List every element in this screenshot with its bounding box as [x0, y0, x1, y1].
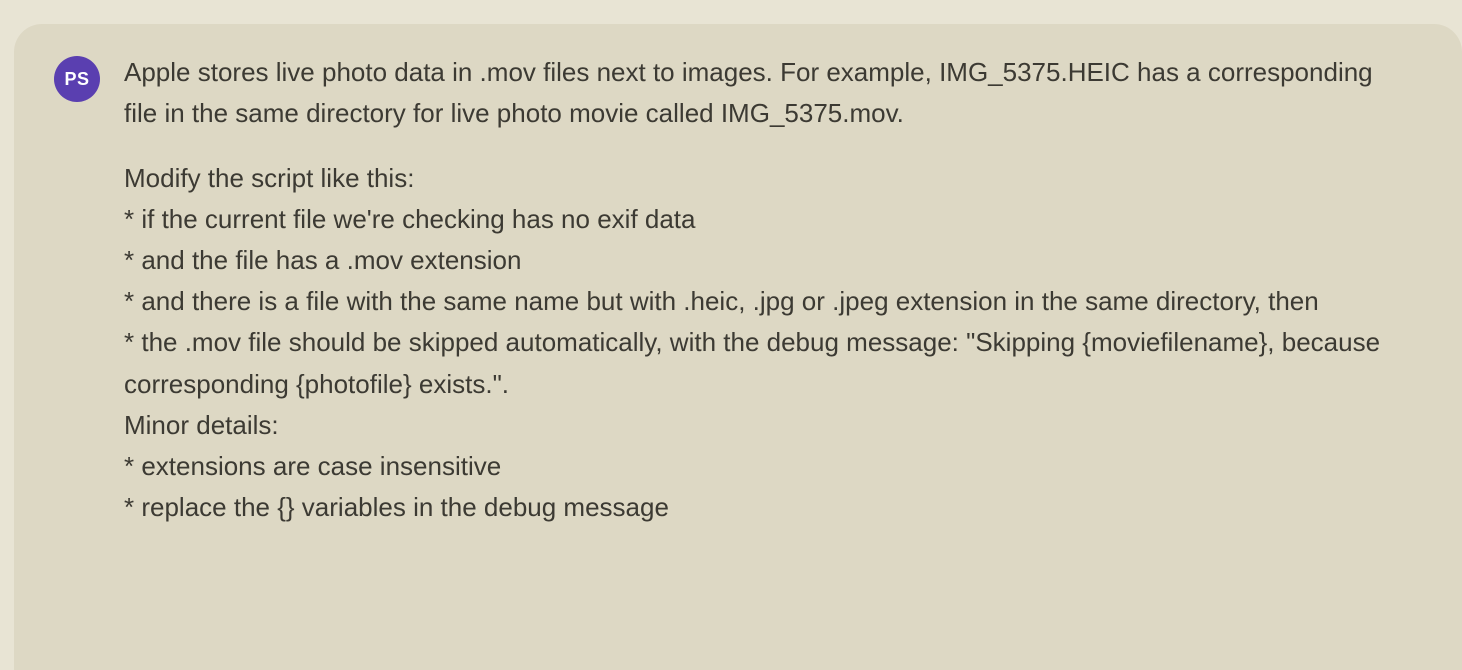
message-bullet-5: * extensions are case insensitive	[124, 446, 1382, 487]
message-bullet-3: * and there is a file with the same name…	[124, 281, 1382, 322]
message-bullet-2: * and the file has a .mov extension	[124, 240, 1382, 281]
user-avatar: PS	[54, 56, 100, 102]
message-bullet-1: * if the current file we're checking has…	[124, 199, 1382, 240]
message-bullet-6: * replace the {} variables in the debug …	[124, 487, 1382, 528]
blank-line	[124, 134, 1382, 158]
message-content: Apple stores live photo data in .mov fil…	[124, 52, 1422, 528]
message-paragraph-minor: Minor details:	[124, 405, 1382, 446]
chat-message-card: PS Apple stores live photo data in .mov …	[14, 24, 1462, 670]
message-row: PS Apple stores live photo data in .mov …	[54, 52, 1422, 528]
message-paragraph-intro: Apple stores live photo data in .mov fil…	[124, 52, 1382, 134]
message-paragraph-modify: Modify the script like this:	[124, 158, 1382, 199]
message-bullet-4: * the .mov file should be skipped automa…	[124, 322, 1382, 404]
